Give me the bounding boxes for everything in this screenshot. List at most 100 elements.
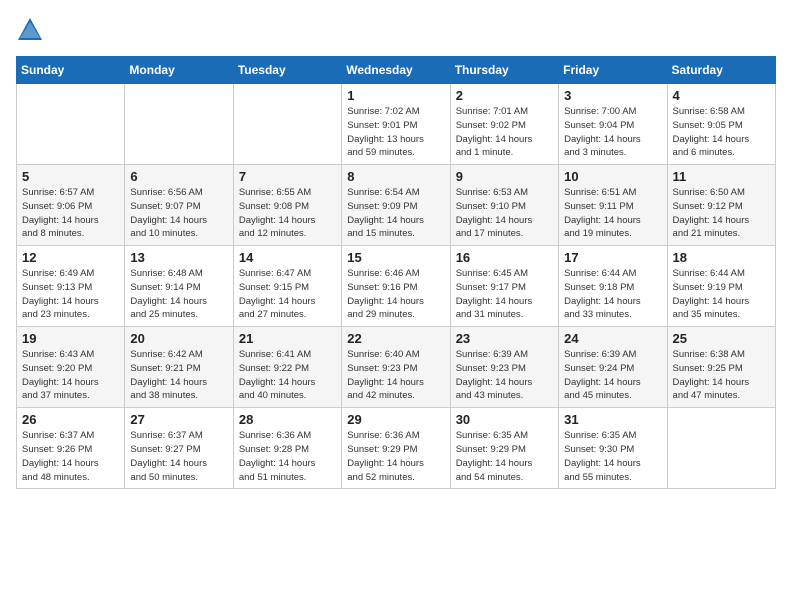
day-number: 29 bbox=[347, 412, 444, 427]
day-number: 17 bbox=[564, 250, 661, 265]
day-info: Sunrise: 6:46 AM Sunset: 9:16 PM Dayligh… bbox=[347, 267, 444, 322]
day-number: 13 bbox=[130, 250, 227, 265]
day-info: Sunrise: 6:55 AM Sunset: 9:08 PM Dayligh… bbox=[239, 186, 336, 241]
day-info: Sunrise: 6:57 AM Sunset: 9:06 PM Dayligh… bbox=[22, 186, 119, 241]
calendar-cell: 18 Sunrise: 6:44 AM Sunset: 9:19 PM Dayli… bbox=[667, 246, 775, 327]
calendar-cell: 14 Sunrise: 6:47 AM Sunset: 9:15 PM Dayli… bbox=[233, 246, 341, 327]
day-info: Sunrise: 6:37 AM Sunset: 9:26 PM Dayligh… bbox=[22, 429, 119, 484]
calendar-cell bbox=[125, 84, 233, 165]
day-info: Sunrise: 6:41 AM Sunset: 9:22 PM Dayligh… bbox=[239, 348, 336, 403]
calendar-header-tuesday: Tuesday bbox=[233, 57, 341, 84]
calendar-cell: 5 Sunrise: 6:57 AM Sunset: 9:06 PM Daylig… bbox=[17, 165, 125, 246]
day-info: Sunrise: 7:02 AM Sunset: 9:01 PM Dayligh… bbox=[347, 105, 444, 160]
calendar-cell: 3 Sunrise: 7:00 AM Sunset: 9:04 PM Daylig… bbox=[559, 84, 667, 165]
day-info: Sunrise: 6:48 AM Sunset: 9:14 PM Dayligh… bbox=[130, 267, 227, 322]
calendar-cell: 19 Sunrise: 6:43 AM Sunset: 9:20 PM Dayli… bbox=[17, 327, 125, 408]
calendar-week-row: 19 Sunrise: 6:43 AM Sunset: 9:20 PM Dayli… bbox=[17, 327, 776, 408]
calendar-cell: 26Sunrise: 6:37 AM Sunset: 9:26 PM Dayli… bbox=[17, 408, 125, 489]
calendar-week-row: 12 Sunrise: 6:49 AM Sunset: 9:13 PM Dayli… bbox=[17, 246, 776, 327]
day-number: 12 bbox=[22, 250, 119, 265]
calendar-cell bbox=[233, 84, 341, 165]
day-number: 15 bbox=[347, 250, 444, 265]
day-info: Sunrise: 6:47 AM Sunset: 9:15 PM Dayligh… bbox=[239, 267, 336, 322]
calendar-cell: 10Sunrise: 6:51 AM Sunset: 9:11 PM Dayli… bbox=[559, 165, 667, 246]
day-number: 2 bbox=[456, 88, 553, 103]
page-header bbox=[16, 16, 776, 44]
calendar-week-row: 26Sunrise: 6:37 AM Sunset: 9:26 PM Dayli… bbox=[17, 408, 776, 489]
day-info: Sunrise: 6:58 AM Sunset: 9:05 PM Dayligh… bbox=[673, 105, 770, 160]
day-info: Sunrise: 6:42 AM Sunset: 9:21 PM Dayligh… bbox=[130, 348, 227, 403]
day-number: 30 bbox=[456, 412, 553, 427]
day-number: 18 bbox=[673, 250, 770, 265]
day-info: Sunrise: 6:36 AM Sunset: 9:29 PM Dayligh… bbox=[347, 429, 444, 484]
day-number: 14 bbox=[239, 250, 336, 265]
day-info: Sunrise: 6:44 AM Sunset: 9:19 PM Dayligh… bbox=[673, 267, 770, 322]
day-info: Sunrise: 6:39 AM Sunset: 9:23 PM Dayligh… bbox=[456, 348, 553, 403]
calendar-cell: 27 Sunrise: 6:37 AM Sunset: 9:27 PM Dayli… bbox=[125, 408, 233, 489]
calendar-cell bbox=[17, 84, 125, 165]
logo bbox=[16, 16, 48, 44]
day-number: 25 bbox=[673, 331, 770, 346]
calendar-header-thursday: Thursday bbox=[450, 57, 558, 84]
day-info: Sunrise: 6:53 AM Sunset: 9:10 PM Dayligh… bbox=[456, 186, 553, 241]
day-info: Sunrise: 6:50 AM Sunset: 9:12 PM Dayligh… bbox=[673, 186, 770, 241]
calendar-cell: 17Sunrise: 6:44 AM Sunset: 9:18 PM Dayli… bbox=[559, 246, 667, 327]
day-info: Sunrise: 6:39 AM Sunset: 9:24 PM Dayligh… bbox=[564, 348, 661, 403]
day-number: 3 bbox=[564, 88, 661, 103]
day-info: Sunrise: 6:43 AM Sunset: 9:20 PM Dayligh… bbox=[22, 348, 119, 403]
calendar-cell bbox=[667, 408, 775, 489]
calendar-cell: 28 Sunrise: 6:36 AM Sunset: 9:28 PM Dayli… bbox=[233, 408, 341, 489]
day-number: 19 bbox=[22, 331, 119, 346]
day-number: 6 bbox=[130, 169, 227, 184]
day-number: 21 bbox=[239, 331, 336, 346]
calendar-cell: 16Sunrise: 6:45 AM Sunset: 9:17 PM Dayli… bbox=[450, 246, 558, 327]
calendar-cell: 11 Sunrise: 6:50 AM Sunset: 9:12 PM Dayli… bbox=[667, 165, 775, 246]
day-info: Sunrise: 6:36 AM Sunset: 9:28 PM Dayligh… bbox=[239, 429, 336, 484]
calendar-cell: 2Sunrise: 7:01 AM Sunset: 9:02 PM Daylig… bbox=[450, 84, 558, 165]
day-number: 22 bbox=[347, 331, 444, 346]
calendar-header-wednesday: Wednesday bbox=[342, 57, 450, 84]
calendar-header-saturday: Saturday bbox=[667, 57, 775, 84]
day-info: Sunrise: 6:38 AM Sunset: 9:25 PM Dayligh… bbox=[673, 348, 770, 403]
day-number: 1 bbox=[347, 88, 444, 103]
day-number: 23 bbox=[456, 331, 553, 346]
day-number: 5 bbox=[22, 169, 119, 184]
calendar-cell: 4 Sunrise: 6:58 AM Sunset: 9:05 PM Daylig… bbox=[667, 84, 775, 165]
day-number: 28 bbox=[239, 412, 336, 427]
day-info: Sunrise: 6:45 AM Sunset: 9:17 PM Dayligh… bbox=[456, 267, 553, 322]
day-info: Sunrise: 6:37 AM Sunset: 9:27 PM Dayligh… bbox=[130, 429, 227, 484]
calendar-week-row: 1 Sunrise: 7:02 AM Sunset: 9:01 PM Daylig… bbox=[17, 84, 776, 165]
day-number: 4 bbox=[673, 88, 770, 103]
day-number: 11 bbox=[673, 169, 770, 184]
calendar-cell: 6 Sunrise: 6:56 AM Sunset: 9:07 PM Daylig… bbox=[125, 165, 233, 246]
day-number: 24 bbox=[564, 331, 661, 346]
calendar-cell: 1 Sunrise: 7:02 AM Sunset: 9:01 PM Daylig… bbox=[342, 84, 450, 165]
calendar-cell: 15 Sunrise: 6:46 AM Sunset: 9:16 PM Dayli… bbox=[342, 246, 450, 327]
logo-icon bbox=[16, 16, 44, 44]
day-number: 10 bbox=[564, 169, 661, 184]
day-info: Sunrise: 6:35 AM Sunset: 9:30 PM Dayligh… bbox=[564, 429, 661, 484]
calendar-cell: 9 Sunrise: 6:53 AM Sunset: 9:10 PM Daylig… bbox=[450, 165, 558, 246]
day-number: 8 bbox=[347, 169, 444, 184]
calendar-cell: 13 Sunrise: 6:48 AM Sunset: 9:14 PM Dayli… bbox=[125, 246, 233, 327]
day-number: 9 bbox=[456, 169, 553, 184]
calendar-cell: 12 Sunrise: 6:49 AM Sunset: 9:13 PM Dayli… bbox=[17, 246, 125, 327]
day-info: Sunrise: 6:54 AM Sunset: 9:09 PM Dayligh… bbox=[347, 186, 444, 241]
calendar-header-monday: Monday bbox=[125, 57, 233, 84]
day-info: Sunrise: 6:49 AM Sunset: 9:13 PM Dayligh… bbox=[22, 267, 119, 322]
calendar-cell: 25 Sunrise: 6:38 AM Sunset: 9:25 PM Dayli… bbox=[667, 327, 775, 408]
calendar-table: SundayMondayTuesdayWednesdayThursdayFrid… bbox=[16, 56, 776, 489]
calendar-header-friday: Friday bbox=[559, 57, 667, 84]
calendar-cell: 31 Sunrise: 6:35 AM Sunset: 9:30 PM Dayli… bbox=[559, 408, 667, 489]
calendar-cell: 23 Sunrise: 6:39 AM Sunset: 9:23 PM Dayli… bbox=[450, 327, 558, 408]
calendar-header-row: SundayMondayTuesdayWednesdayThursdayFrid… bbox=[17, 57, 776, 84]
day-info: Sunrise: 7:00 AM Sunset: 9:04 PM Dayligh… bbox=[564, 105, 661, 160]
day-number: 27 bbox=[130, 412, 227, 427]
calendar-cell: 30Sunrise: 6:35 AM Sunset: 9:29 PM Dayli… bbox=[450, 408, 558, 489]
day-info: Sunrise: 6:56 AM Sunset: 9:07 PM Dayligh… bbox=[130, 186, 227, 241]
calendar-week-row: 5 Sunrise: 6:57 AM Sunset: 9:06 PM Daylig… bbox=[17, 165, 776, 246]
calendar-cell: 21 Sunrise: 6:41 AM Sunset: 9:22 PM Dayli… bbox=[233, 327, 341, 408]
day-number: 7 bbox=[239, 169, 336, 184]
calendar-cell: 7 Sunrise: 6:55 AM Sunset: 9:08 PM Daylig… bbox=[233, 165, 341, 246]
day-number: 31 bbox=[564, 412, 661, 427]
